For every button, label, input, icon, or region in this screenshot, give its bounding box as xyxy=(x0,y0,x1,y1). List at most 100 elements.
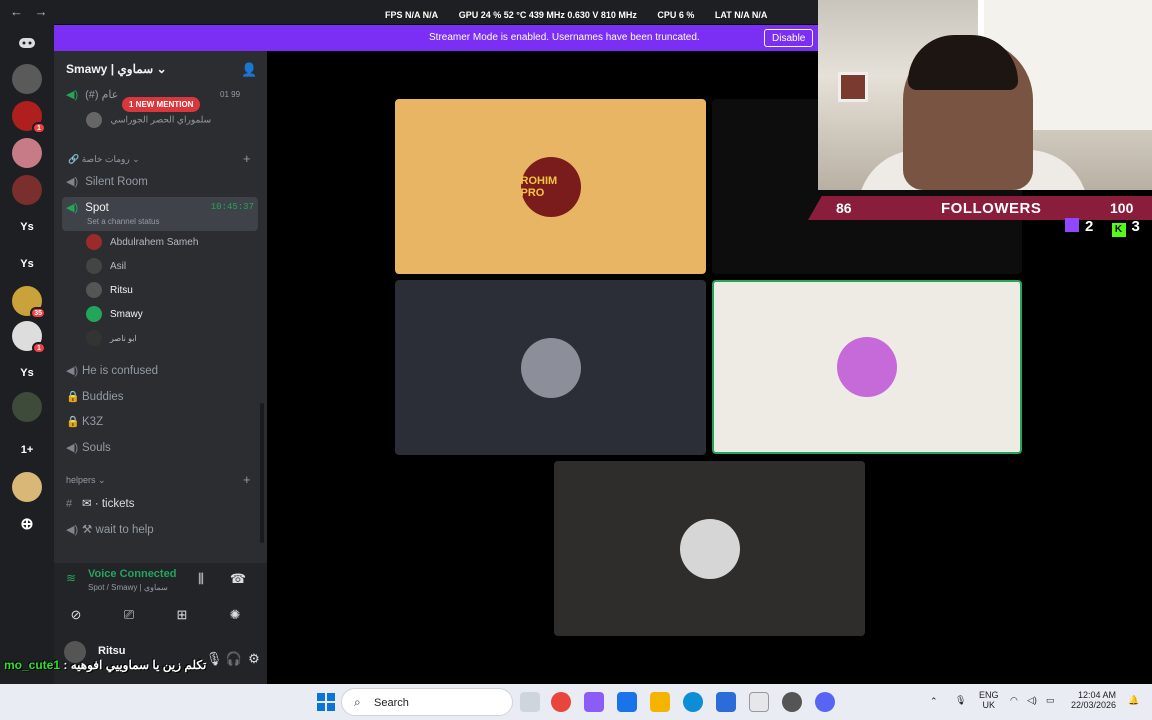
invite-people-icon[interactable]: 👤 xyxy=(241,62,257,78)
new-mention-pill[interactable]: 1 NEW MENTION xyxy=(122,97,201,112)
participant-tile[interactable] xyxy=(395,280,706,455)
voice-channel[interactable]: 🔒 K3Z xyxy=(62,411,258,433)
voice-user[interactable]: Smawy xyxy=(86,304,143,324)
participant-tile[interactable] xyxy=(554,461,865,636)
windows-taskbar: ⌕ Search ⌃ 🎙 ENG UK ◠ ◁) ▭ 12:04 AM 22/03/… xyxy=(0,684,1152,720)
server-icon[interactable] xyxy=(12,472,42,502)
voice-connected-location[interactable]: Spot / Smawy | سماوي xyxy=(88,583,168,592)
obs-icon[interactable] xyxy=(782,692,802,712)
current-username[interactable]: Ritsu xyxy=(98,645,126,657)
camera-off-icon[interactable]: ⊘ xyxy=(54,603,98,627)
voice-channel-silent-room[interactable]: ◀) Silent Room xyxy=(62,171,258,193)
chat-message: : تكلم زين يا سماوييي افوهيه xyxy=(60,658,207,672)
battery-icon[interactable]: ▭ xyxy=(1046,695,1055,706)
server-rail: 1 Ys Ys 35 1 Ys 1+ ⊕ xyxy=(0,24,54,684)
mention-badge: 1 xyxy=(32,342,46,354)
voice-user[interactable]: Ritsu xyxy=(86,280,133,300)
forward-arrow-icon[interactable]: → xyxy=(35,4,48,19)
text-channel-tickets[interactable]: # ✉ · tickets xyxy=(62,492,258,514)
sidebar-scrollbar[interactable] xyxy=(260,403,264,543)
taskbar-search[interactable]: ⌕ Search xyxy=(341,688,513,716)
avatar xyxy=(86,258,102,274)
copilot-icon[interactable] xyxy=(584,692,604,712)
search-label: Search xyxy=(374,697,409,709)
headphones-icon[interactable]: 🎧 xyxy=(224,647,244,671)
task-view-icon[interactable] xyxy=(520,692,540,712)
participant-tile[interactable]: ROHIM PRO xyxy=(395,99,706,274)
soundboard-icon[interactable]: ✺ xyxy=(213,603,257,627)
volume-icon[interactable]: ◁) xyxy=(1027,695,1037,706)
server-name: Smawy | سماوي xyxy=(66,62,154,76)
server-icon[interactable] xyxy=(12,138,42,168)
chevron-down-icon: ⌄ xyxy=(156,62,167,76)
voice-user[interactable]: سلموراي الحصر الجوراسي xyxy=(86,112,211,128)
chrome-icon[interactable] xyxy=(551,692,571,712)
language-indicator[interactable]: ENG UK xyxy=(979,690,999,710)
add-channel-icon[interactable]: + xyxy=(243,151,251,166)
signal-icon[interactable]: ≋ xyxy=(66,571,76,585)
activities-icon[interactable]: ⊞ xyxy=(160,603,204,627)
noise-suppression-icon[interactable]: ⫼ xyxy=(189,567,213,591)
server-icon[interactable]: Ys xyxy=(12,358,42,388)
discord-icon[interactable] xyxy=(815,692,835,712)
stream-chat-overlay: mo_cute1 : تكلم زين يا سماوييي افوهيه xyxy=(4,658,206,672)
wifi-icon[interactable]: ◠ xyxy=(1010,695,1018,706)
server-header[interactable]: Smawy | سماوي ⌄ xyxy=(66,62,167,76)
discord-home-icon[interactable] xyxy=(12,28,42,58)
server-icon[interactable] xyxy=(12,175,42,205)
voice-channel[interactable]: 🔒 Buddies xyxy=(62,386,258,408)
platform-viewer-counts: 2 K3 xyxy=(1065,218,1140,237)
voice-user[interactable]: Asil xyxy=(86,256,126,276)
voice-channel[interactable]: ◀) Souls xyxy=(62,437,258,459)
server-icon[interactable]: 1+ xyxy=(12,435,42,465)
microphone-icon[interactable]: 🎙 xyxy=(204,647,224,671)
server-icon[interactable]: 35 xyxy=(12,286,46,319)
server-icon[interactable]: Ys xyxy=(12,212,42,242)
server-icon[interactable]: Ys xyxy=(12,249,42,279)
twitch-icon xyxy=(1065,218,1079,232)
gear-icon[interactable]: ⚙ xyxy=(244,647,264,671)
add-server-icon[interactable]: ⊕ xyxy=(12,509,42,539)
screen-share-icon[interactable]: ⎚ xyxy=(107,603,151,627)
avatar: ROHIM PRO xyxy=(520,156,581,217)
disable-streamer-mode-button[interactable]: Disable xyxy=(764,29,814,47)
voice-channel-wait-to-help[interactable]: ◀) ⚒ wait to help xyxy=(62,518,258,540)
voice-user[interactable]: ابو ناصر xyxy=(86,328,137,348)
avatar xyxy=(86,306,102,322)
general-voice-channel[interactable]: ◀) (#) عام xyxy=(66,88,118,101)
clock[interactable]: 12:04 AM 22/03/2026 xyxy=(1071,690,1116,710)
followers-current: 86 xyxy=(836,200,852,216)
app-icon[interactable] xyxy=(617,692,637,712)
server-icon[interactable] xyxy=(12,64,42,94)
add-channel-icon[interactable]: + xyxy=(243,472,251,487)
avatar xyxy=(837,337,897,397)
back-arrow-icon[interactable]: ← xyxy=(10,4,23,19)
disconnect-icon[interactable]: ☎ xyxy=(226,567,250,591)
avatar xyxy=(520,337,581,398)
mail-icon[interactable] xyxy=(716,692,736,712)
edge-icon[interactable] xyxy=(683,692,703,712)
category-helpers[interactable]: helpers ⌄ xyxy=(66,475,106,486)
store-icon[interactable] xyxy=(749,692,769,712)
voice-channel[interactable]: ◀) He is confused xyxy=(62,360,258,382)
speaker-icon: ◀) xyxy=(66,176,79,188)
channel-status[interactable]: Set a channel status xyxy=(87,217,160,226)
voice-connected-title[interactable]: Voice Connected xyxy=(88,568,176,580)
server-icon[interactable] xyxy=(12,392,42,422)
voice-user[interactable]: Abdulrahem Sameh xyxy=(86,232,198,252)
category-private[interactable]: 🔗 رومات خاصة ⌄ xyxy=(68,154,140,165)
perf-overlay: FPS N/A N/A GPU 24 % 52 °C 439 MHz 0.630… xyxy=(385,10,785,20)
server-icon[interactable]: 1 xyxy=(12,321,46,354)
lock-icon: 🔒 xyxy=(66,416,80,428)
gpu-stat: GPU 24 % 52 °C 439 MHz 0.630 V 810 MHz xyxy=(458,10,637,20)
chevron-up-icon[interactable]: ⌃ xyxy=(930,696,938,707)
voice-channel-spot[interactable]: ◀) Spot Set a channel status 10:45:37 xyxy=(62,197,258,231)
microphone-icon[interactable]: 🎙 xyxy=(955,695,966,706)
speaker-icon: ◀) xyxy=(66,365,79,377)
lock-icon: 🔒 xyxy=(66,391,80,403)
windows-start-icon[interactable] xyxy=(316,692,336,712)
participant-tile-speaking[interactable] xyxy=(712,280,1022,454)
server-icon[interactable]: 1 xyxy=(12,101,46,134)
notification-bell-icon[interactable]: 🔔 xyxy=(1128,695,1139,706)
file-explorer-icon[interactable] xyxy=(650,692,670,712)
